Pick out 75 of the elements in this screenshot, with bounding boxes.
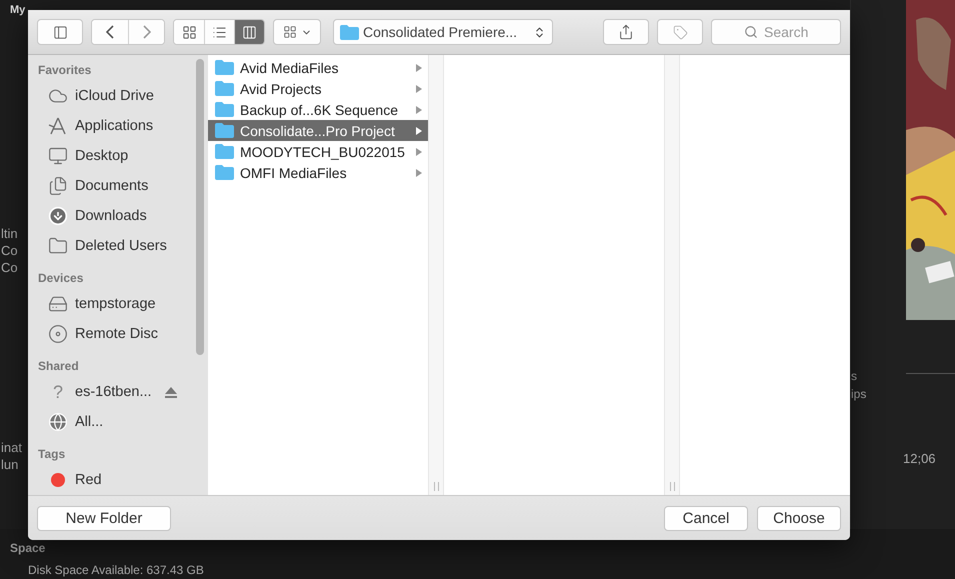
download-icon xyxy=(48,206,68,226)
disk-space-text: Disk Space Available: 637.43 GB xyxy=(28,563,204,577)
disclosure-arrow-icon xyxy=(416,64,422,72)
panel-label: Co xyxy=(1,243,18,258)
network-icon xyxy=(48,412,68,432)
timecode: 12;06 xyxy=(903,451,937,466)
disc-icon xyxy=(48,324,68,344)
sidebar-item[interactable]: tempstorage xyxy=(38,289,196,319)
arrange-button[interactable] xyxy=(273,19,321,45)
disclosure-arrow-icon xyxy=(416,126,422,134)
folder-icon xyxy=(215,165,234,180)
sidebar-item[interactable]: iCloud Drive xyxy=(38,81,196,111)
view-mode-button[interactable] xyxy=(234,20,264,44)
folder-icon xyxy=(340,24,359,40)
share-icon xyxy=(618,24,634,40)
folder-icon xyxy=(215,144,234,159)
sidebar-item[interactable]: Downloads xyxy=(38,201,196,231)
desktop-icon xyxy=(48,146,68,166)
chevron-right-icon xyxy=(142,25,150,39)
sidebar-item[interactable]: ? es-16tben... xyxy=(38,377,196,407)
panel-label: lun xyxy=(1,457,18,472)
folder-row[interactable]: OMFI MediaFiles xyxy=(208,162,428,183)
new-folder-button[interactable]: New Folder xyxy=(37,506,171,530)
sidebar-item[interactable]: Applications xyxy=(38,111,196,141)
folder-row[interactable]: Avid MediaFiles xyxy=(208,57,428,78)
section-label: Space xyxy=(10,541,46,555)
search-field[interactable]: Search xyxy=(711,19,841,45)
columns-icon xyxy=(242,24,257,40)
share-button[interactable] xyxy=(603,19,649,45)
panel-label: Co xyxy=(1,260,18,275)
folder-row[interactable]: Consolidate...Pro Project xyxy=(208,120,428,141)
disclosure-arrow-icon xyxy=(416,148,422,156)
tag-icon xyxy=(672,24,688,40)
folder-row[interactable]: Backup of...6K Sequence xyxy=(208,99,428,120)
sidebar-item[interactable]: Remote Disc xyxy=(38,319,196,349)
path-popup[interactable]: Consolidated Premiere... xyxy=(333,19,553,45)
panel-label: inat xyxy=(1,440,22,455)
column-resize-handle[interactable] xyxy=(670,482,674,491)
hard-drive-icon xyxy=(48,294,68,314)
grid-icon xyxy=(282,25,296,39)
column-resize-handle[interactable] xyxy=(434,482,438,491)
sidebar-toggle-button[interactable] xyxy=(37,19,83,45)
folder-icon xyxy=(215,60,234,75)
chevron-left-icon xyxy=(106,25,114,39)
panel-label: ltin xyxy=(1,226,18,241)
grid-icon xyxy=(182,24,196,40)
panel-label: ips xyxy=(851,387,868,401)
disclosure-arrow-icon xyxy=(416,106,422,114)
folder-row[interactable]: MOODYTECH_BU022015 xyxy=(208,141,428,162)
choose-button[interactable]: Choose xyxy=(757,506,841,530)
sidebar-heading: Tags xyxy=(38,447,66,461)
disclosure-arrow-icon xyxy=(416,168,422,176)
sidebar-item[interactable]: Deleted Users xyxy=(38,231,196,261)
disclosure-arrow-icon xyxy=(416,84,422,92)
scrollbar[interactable] xyxy=(196,59,204,355)
sidebar-item[interactable]: Red xyxy=(38,465,196,495)
folder-row[interactable]: Avid Projects xyxy=(208,78,428,99)
sidebar-icon xyxy=(52,24,68,40)
sidebar-item[interactable]: All... xyxy=(38,407,196,437)
sidebar-heading: Shared xyxy=(38,359,80,373)
sidebar-heading: Favorites xyxy=(38,63,92,77)
search-icon xyxy=(744,25,758,39)
folder-icon xyxy=(215,102,234,117)
panel-label: s xyxy=(851,369,858,383)
question-mark-icon: ? xyxy=(48,382,68,402)
sidebar-item[interactable]: Desktop xyxy=(38,141,196,171)
sidebar-item[interactable]: Documents xyxy=(38,171,196,201)
cancel-button[interactable]: Cancel xyxy=(664,506,748,530)
documents-icon xyxy=(48,176,68,196)
applications-icon xyxy=(48,116,68,136)
folder-icon xyxy=(48,236,68,256)
sidebar-heading: Devices xyxy=(38,271,84,285)
folder-icon xyxy=(215,81,234,96)
window-title: My xyxy=(10,4,26,16)
folder-icon xyxy=(215,123,234,138)
